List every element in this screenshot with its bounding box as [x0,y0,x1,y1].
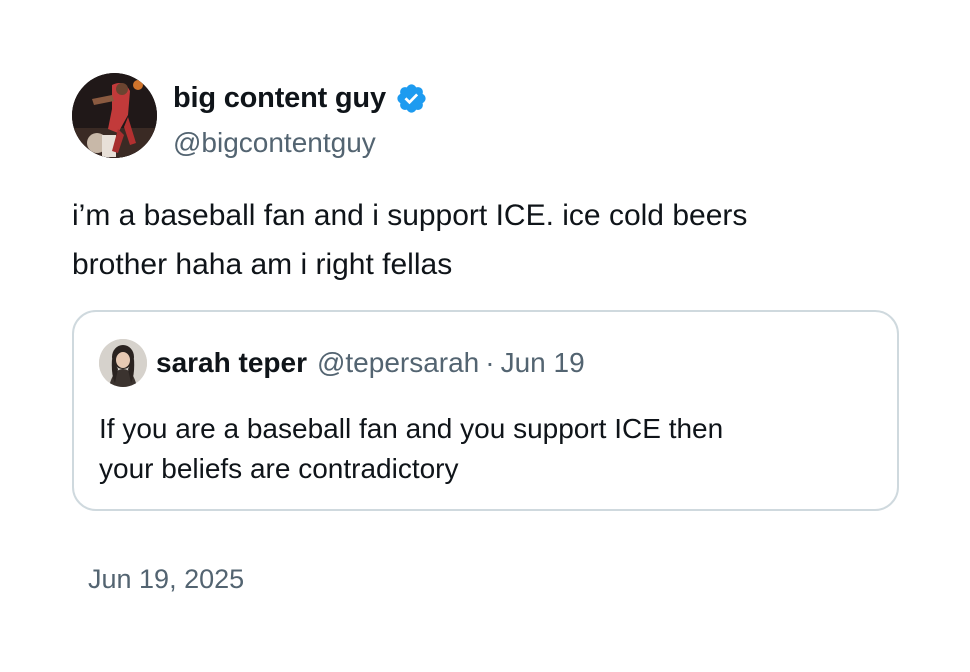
quoted-tweet-header: sarah teper @tepersarah · Jun 19 [99,338,585,388]
quoted-header-separator: · [485,347,495,378]
author-avatar-image [72,73,157,158]
quoted-author-avatar [99,339,147,387]
author-display-name[interactable]: big content guy [173,82,386,115]
tweet-timestamp[interactable]: Jun 19, 2025 [88,561,244,597]
author-handle[interactable]: @bigcontentguy [173,124,376,162]
quoted-tweet-card[interactable]: sarah teper @tepersarah · Jun 19 If you … [72,310,899,511]
quoted-author-display-name: sarah teper [156,347,307,378]
quoted-tweet-text: If you are a baseball fan and you suppor… [99,413,724,484]
verified-badge-icon [395,82,428,115]
author-name-row: big content guy [173,79,428,117]
tweet-card: big content guy @bigcontentguy i’m a bas… [0,0,970,672]
quoted-tweet-date: Jun 19 [500,347,585,378]
author-avatar[interactable] [72,73,157,158]
tweet-text: i’m a baseball fan and i support ICE. ic… [72,199,748,281]
quoted-author-avatar-image [99,339,147,387]
quoted-author-handle: @tepersarah [316,347,480,378]
